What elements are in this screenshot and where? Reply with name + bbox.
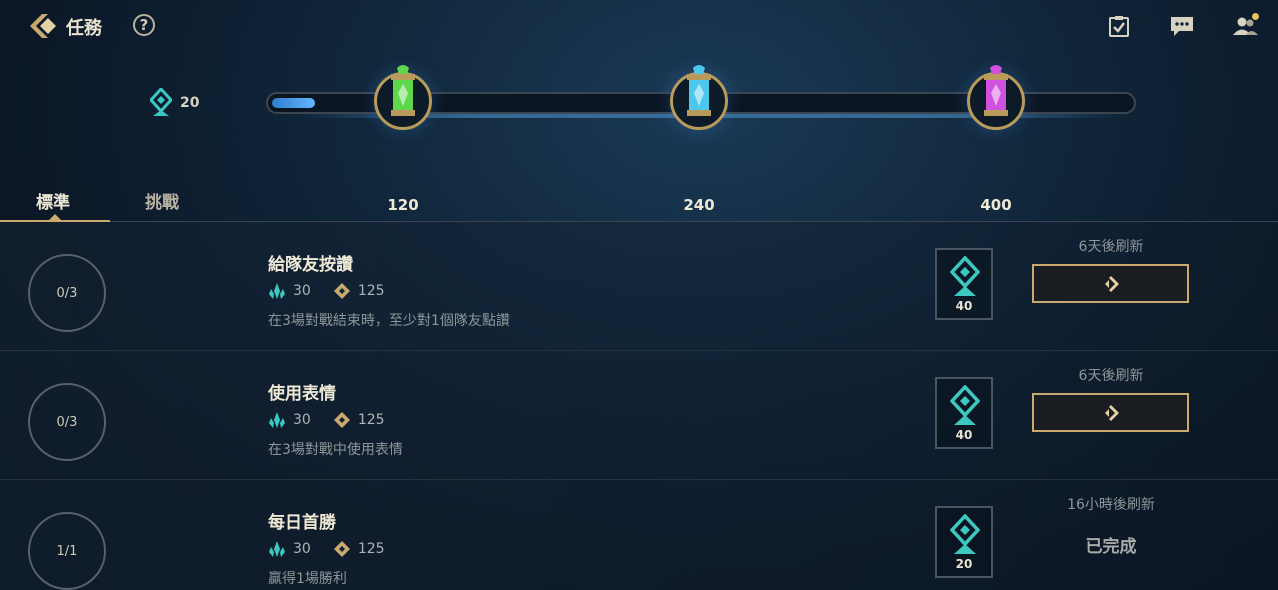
quest-log-button[interactable]	[1105, 12, 1133, 40]
quest-reward-box: 20	[935, 506, 993, 578]
reward-box-value: 40	[955, 428, 973, 442]
quest-rewards: 30 125	[268, 540, 385, 558]
page-title: 任務	[66, 18, 102, 39]
friends-button[interactable]	[1232, 12, 1260, 40]
capsule-icon	[984, 65, 1008, 116]
blue-essence-icon	[333, 412, 350, 428]
quest-rewards: 30 125	[268, 282, 385, 300]
milestone-reward-2[interactable]: 240	[667, 62, 737, 214]
quest-row: 1/1 每日首勝 30 125 贏得1場勝利 20 16小時後刷新 已完成	[0, 480, 1278, 590]
quest-progress-circle: 1/1	[28, 512, 106, 590]
quest-description: 在3場對戰結束時，至少對1個隊友點讚	[268, 313, 510, 329]
reward-xp-value: 30	[293, 412, 311, 428]
refresh-timer: 16小時後刷新	[1067, 497, 1155, 513]
quest-title: 給隊友按讚	[268, 255, 353, 275]
xp-crystal-icon	[269, 283, 285, 299]
quest-title: 使用表情	[268, 384, 336, 404]
active-tab-caret	[49, 214, 61, 220]
capsule-icon	[687, 65, 711, 116]
quest-clipboard-icon	[1109, 16, 1129, 37]
back-chevron-icon	[30, 14, 56, 38]
xp-crystal-icon	[269, 412, 285, 428]
go-arrow-icon	[1104, 275, 1119, 292]
xp-icon	[150, 88, 172, 116]
capsule-icon	[391, 65, 415, 116]
xp-crystal-icon	[269, 541, 285, 557]
milestone-reward-1[interactable]: 120	[371, 62, 441, 214]
completed-status: 已完成	[1085, 537, 1137, 557]
go-arrow-icon	[1104, 404, 1119, 421]
quest-row: 0/3 使用表情 30 125 在3場對戰中使用表情 40 6天後刷新	[0, 351, 1278, 480]
go-to-quest-button[interactable]	[1032, 393, 1189, 432]
progress-fill	[272, 98, 315, 108]
tab-standard[interactable]: 標準	[36, 188, 70, 213]
quest-reward-box: 40	[935, 377, 993, 449]
reward-coin-value: 125	[357, 283, 385, 299]
xp-current-value: 20	[180, 95, 200, 111]
milestone-label: 240	[683, 196, 715, 214]
xp-icon	[950, 256, 980, 296]
quest-title: 每日首勝	[268, 513, 336, 533]
blue-essence-icon	[333, 283, 350, 299]
milestone-reward-3[interactable]: 400	[964, 62, 1034, 214]
notification-dot	[1252, 13, 1259, 20]
reward-xp-value: 30	[293, 283, 311, 299]
back-button[interactable]	[26, 10, 60, 42]
xp-icon	[950, 514, 980, 554]
reward-coin-value: 125	[357, 412, 385, 428]
xp-icon	[950, 385, 980, 425]
quest-description: 在3場對戰中使用表情	[268, 442, 403, 458]
tab-challenge[interactable]: 挑戰	[145, 188, 179, 213]
go-to-quest-button[interactable]	[1032, 264, 1189, 303]
help-button[interactable]: ?	[133, 14, 155, 36]
reward-xp-value: 30	[293, 541, 311, 557]
quest-row: 0/3 給隊友按讚 30 125 在3場對戰結束時，至少對1個隊友點讚 40 6…	[0, 222, 1278, 351]
reward-coin-value: 125	[357, 541, 385, 557]
reward-box-value: 20	[955, 557, 973, 571]
blue-essence-icon	[333, 541, 350, 557]
milestone-label: 400	[980, 196, 1012, 214]
quest-description: 贏得1場勝利	[268, 571, 347, 587]
quest-rewards: 30 125	[268, 411, 385, 429]
chat-button[interactable]	[1168, 12, 1196, 40]
chat-icon	[1171, 17, 1193, 36]
refresh-timer: 6天後刷新	[1078, 239, 1144, 255]
quest-progress-circle: 0/3	[28, 254, 106, 332]
milestone-label: 120	[387, 196, 419, 214]
refresh-timer: 6天後刷新	[1078, 368, 1144, 384]
quest-progress-circle: 0/3	[28, 383, 106, 461]
help-icon: ?	[139, 16, 149, 34]
reward-box-value: 40	[955, 299, 973, 313]
quest-reward-box: 40	[935, 248, 993, 320]
